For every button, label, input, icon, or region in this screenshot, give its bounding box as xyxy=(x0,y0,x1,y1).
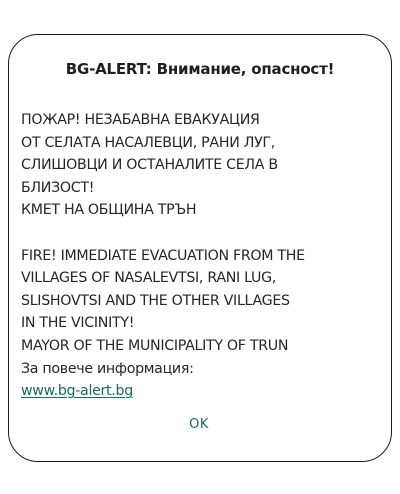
message-spacer xyxy=(21,222,383,245)
message-line-bg: БЛИЗОСТ! xyxy=(21,179,95,196)
message-line-en: VILLAGES OF NASALEVTSI, RANI LUG, xyxy=(21,270,277,287)
message-line-en: SLISHOVTSI AND THE OTHER VILLAGES xyxy=(21,292,290,309)
message-line-bg: КМЕТ НА ОБЩИНА ТРЪН xyxy=(21,202,197,219)
dialog-title: BG-ALERT: Внимание, опасност! xyxy=(65,60,335,78)
message-line-en: FIRE! IMMEDIATE EVACUATION FROM THE xyxy=(21,247,305,264)
message-line-en: IN THE VICINITY! xyxy=(21,315,135,332)
message-line-bg: СЛИШОВЦИ И ОСТАНАЛИТЕ СЕЛА В xyxy=(21,157,278,174)
bg-alert-link[interactable]: www.bg-alert.bg xyxy=(21,380,383,403)
alert-dialog: BG-ALERT: Внимание, опасност! ПОЖАР! НЕЗ… xyxy=(8,34,392,462)
ok-button[interactable]: OK xyxy=(177,409,221,439)
dialog-message: ПОЖАР! НЕЗАБАВНА ЕВАКУАЦИЯ ОТ СЕЛАТА НАС… xyxy=(21,109,383,403)
message-line-bg: ОТ СЕЛАТА НАСАЛЕВЦИ, РАНИ ЛУГ, xyxy=(21,134,275,151)
message-line-bg: ПОЖАР! НЕЗАБАВНА ЕВАКУАЦИЯ xyxy=(21,112,260,128)
message-line-en: MAYOR OF THE MUNICIPALITY OF TRUN xyxy=(21,337,289,354)
more-info-label: За повече информация: xyxy=(21,360,194,377)
